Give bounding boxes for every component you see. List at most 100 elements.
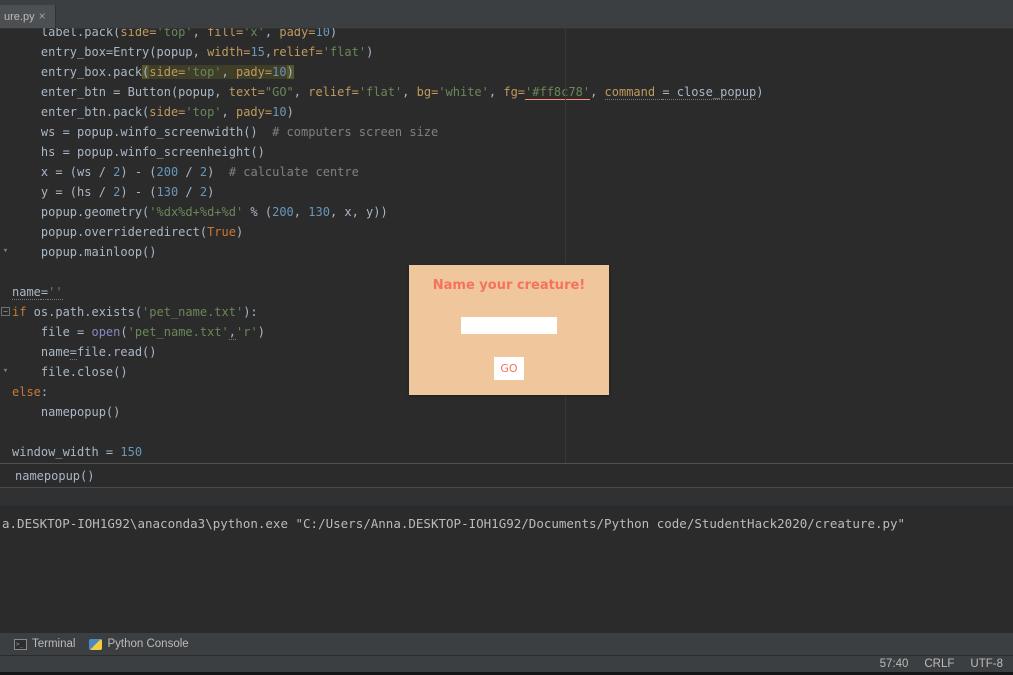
popup-title: Name your creature! (432, 278, 586, 293)
tk-popup-window: Name your creature! GO (409, 265, 609, 395)
file-encoding[interactable]: UTF-8 (970, 658, 1003, 670)
code-line[interactable]: entry_box=Entry(popup, width=15,relief='… (12, 42, 1013, 62)
code-token: 10 (272, 65, 287, 79)
code-token: command (604, 85, 663, 100)
code-token: , x, y)) (329, 205, 388, 219)
code-token: 'r' (236, 325, 258, 339)
name-entry-input[interactable] (461, 317, 557, 334)
code-token: ) (207, 185, 215, 199)
code-token: , (293, 205, 309, 219)
code-line[interactable]: popup.overrideredirect(True) (12, 222, 1013, 242)
code-token: file.close() (12, 365, 128, 379)
code-token: enter_btn = Button(popup, (12, 85, 229, 99)
fold-marker-icon[interactable]: ▾ (1, 247, 10, 256)
code-token: ) (257, 325, 265, 339)
code-token: enter_btn.pack( (12, 105, 150, 119)
code-token: 10 (315, 28, 330, 39)
code-line[interactable]: enter_btn = Button(popup, text="GO", rel… (12, 82, 1013, 102)
code-token: True (207, 225, 236, 239)
run-console[interactable]: a.DESKTOP-IOH1G92\anaconda3\python.exe "… (0, 507, 1013, 632)
tab-close-icon[interactable]: × (39, 10, 46, 22)
code-token: 200 (272, 205, 294, 219)
go-button[interactable]: GO (494, 357, 524, 380)
line-separator[interactable]: CRLF (924, 658, 954, 670)
code-token: bg= (416, 85, 439, 99)
caret-position[interactable]: 57:40 (880, 658, 909, 670)
code-line[interactable] (12, 422, 1013, 442)
code-token: # calculate centre (228, 165, 359, 179)
tool-window-terminal[interactable]: Terminal (14, 633, 75, 655)
code-line[interactable]: label.pack(side='top', fill='x', pady=10… (12, 28, 1013, 42)
code-token: 10 (272, 105, 287, 119)
code-line[interactable]: entry_box.pack(side='top', pady=10) (12, 62, 1013, 82)
code-token: relief= (308, 85, 359, 99)
code-line[interactable]: ws = popup.winfo_screenwidth() # compute… (12, 122, 1013, 142)
code-token: 15 (250, 45, 265, 59)
code-token: width= (207, 45, 251, 59)
code-line[interactable]: hs = popup.winfo_screenheight() (12, 142, 1013, 162)
code-token: , (488, 85, 504, 99)
code-token: , (402, 85, 417, 99)
code-token: fg= (503, 85, 526, 99)
code-line[interactable]: x = (ws / 2) - (200 / 2) # calculate cen… (12, 162, 1013, 182)
fold-marker-icon[interactable]: ▾ (1, 367, 10, 376)
code-token: = (69, 345, 78, 360)
code-token: '' (48, 285, 63, 300)
python-console-icon (89, 638, 103, 650)
tab-label: ure.py (4, 10, 35, 23)
code-token: y = (hs / (12, 185, 114, 199)
code-token: , (221, 105, 236, 119)
code-token: = close_popup (662, 85, 757, 100)
code-token: ) (235, 225, 244, 239)
code-token: 'top' (185, 65, 222, 79)
code-token: pady= (235, 105, 273, 119)
code-token: ws = popup.winfo_screenwidth() (12, 125, 273, 139)
right-margin-guide (565, 28, 566, 463)
fold-marker-icon[interactable]: − (1, 307, 10, 316)
code-token: ) - ( (120, 185, 157, 199)
code-token: else (12, 385, 41, 399)
code-token: 'white' (438, 85, 489, 99)
run-panel-splitter[interactable] (0, 488, 1013, 507)
code-token: popup.overrideredirect( (12, 225, 208, 239)
code-token: ) (207, 165, 229, 179)
code-token: entry_box=Entry(popup, (12, 45, 208, 59)
code-token: entry_box.pack (12, 65, 143, 79)
tool-window-bar: Terminal Python Console (0, 632, 1013, 655)
code-line[interactable]: popup.mainloop() (12, 242, 1013, 262)
code-token: ) (286, 65, 294, 79)
code-line[interactable]: enter_btn.pack(side='top', pady=10) (12, 102, 1013, 122)
code-line[interactable]: window_width = 150 (12, 442, 1013, 462)
terminal-icon (14, 638, 27, 650)
code-token: , (264, 28, 280, 39)
tool-window-python-console[interactable]: Python Console (89, 633, 189, 655)
code-line[interactable]: y = (hs / 2) - (130 / 2) (12, 182, 1013, 202)
code-token: relief= (272, 45, 323, 59)
terminal-label: Terminal (32, 638, 76, 650)
code-token: popup.mainloop() (12, 245, 157, 259)
editor-tab-bar: ure.py × (0, 0, 1013, 29)
code-token: pady= (235, 65, 273, 79)
tab-creature-py[interactable]: ure.py × (0, 5, 56, 28)
code-token: '%dx%d+%d+%d' (149, 205, 244, 219)
breadcrumb-bar: namepopup() (0, 463, 1013, 488)
code-token: ) (366, 45, 374, 59)
code-token: '#ff8c78' (525, 85, 591, 100)
code-lines: label.pack(side='top', fill='x', pady=10… (12, 28, 1013, 462)
code-token: 'pet_name.txt' (127, 325, 229, 339)
code-token: x = (ws / (12, 165, 114, 179)
code-token: hs = popup.winfo_screenheight() (12, 145, 265, 159)
python-console-label: Python Console (107, 638, 189, 650)
code-line[interactable]: namepopup() (12, 402, 1013, 422)
code-token: , (590, 85, 605, 99)
code-editor[interactable]: ▾ − ▾ label.pack(side='top', fill='x', pad… (0, 28, 1013, 463)
breadcrumb[interactable]: namepopup() (0, 469, 94, 483)
ide-window: ure.py × ▾ − ▾ label.pack(side='top', fill… (0, 0, 1013, 675)
code-token: os.path.exists( (26, 305, 143, 319)
code-token: , (192, 28, 208, 39)
code-token: 'top' (156, 28, 193, 39)
console-command: a.DESKTOP-IOH1G92\anaconda3\python.exe "… (2, 516, 906, 531)
code-line[interactable]: popup.geometry('%dx%d+%d+%d' % (200, 130… (12, 202, 1013, 222)
code-token: pady= (279, 28, 316, 39)
